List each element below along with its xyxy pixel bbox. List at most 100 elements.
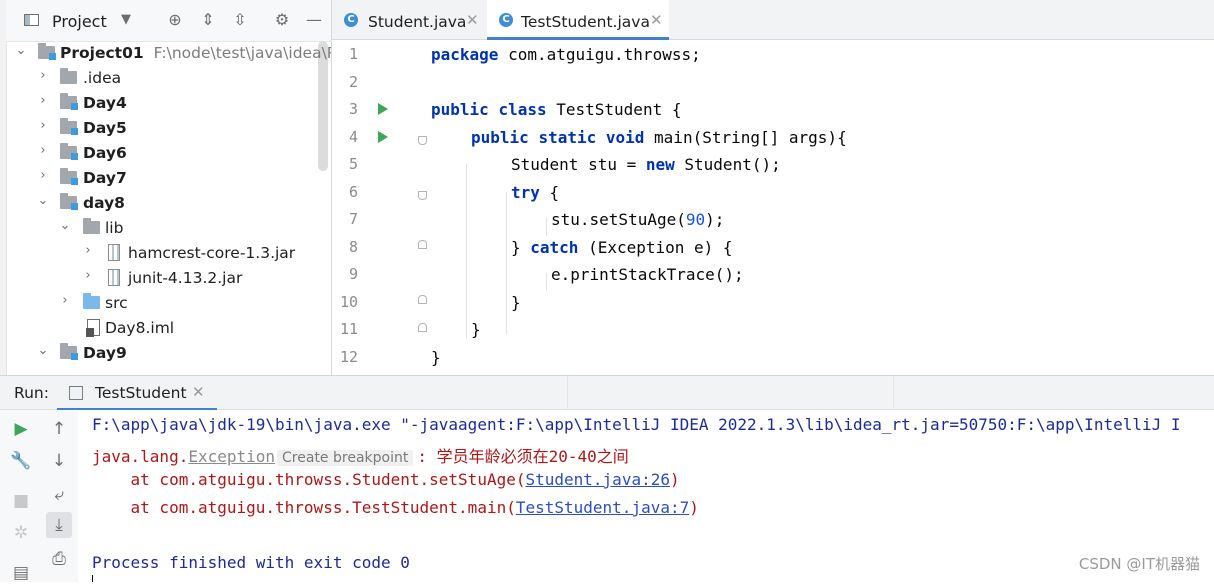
tree-item-idea[interactable]: › .idea — [6, 66, 331, 91]
source-folder-icon — [83, 293, 100, 309]
code-line-7: stu.setStuAge(90); — [551, 210, 725, 229]
code-line-10: } — [511, 293, 521, 312]
tree-item-day8-iml[interactable]: Day8.iml — [6, 316, 331, 341]
tree-item-label: Day5 — [83, 119, 127, 137]
run-config-icon — [69, 386, 83, 400]
project-title[interactable]: Project — [52, 12, 107, 31]
collapse-all-icon[interactable]: ⇳ — [228, 8, 252, 32]
fold-icon[interactable] — [418, 191, 427, 200]
module-folder-icon — [60, 168, 78, 185]
chevron-down-icon[interactable]: ⌄ — [36, 194, 50, 208]
code-line-1: package com.atguigu.throwss; — [431, 45, 701, 64]
tree-item-label: src — [105, 294, 128, 312]
chevron-right-icon[interactable]: › — [36, 119, 50, 133]
tree-item-project01[interactable]: ⌄ Project01 F:\node\test\java\idea\Pro — [6, 41, 331, 66]
chevron-down-icon[interactable]: ⌄ — [36, 344, 50, 358]
tree-item-hamcrest-jar[interactable]: › hamcrest-core-1.3.jar — [6, 241, 331, 266]
run-gutter-icon[interactable] — [378, 131, 388, 143]
tree-item-day6[interactable]: › Day6 — [6, 141, 331, 166]
project-header: Project ▼ ⊕ ⇕ ⇳ ⚙ — — [6, 0, 331, 42]
print-icon[interactable]: ⎙ — [46, 546, 72, 572]
minimize-icon[interactable]: — — [302, 8, 326, 32]
chevron-down-icon[interactable]: ⌄ — [14, 44, 28, 58]
editor-tab-bar: C Student.java ✕ C TestStudent.java ✕ — [332, 0, 1214, 40]
tree-item-junit-jar[interactable]: › junit-4.13.2.jar — [6, 266, 331, 291]
run-toolbar-secondary: ↑ ↓ ⤶ ⤓ ⎙ — [40, 410, 79, 582]
fold-icon[interactable] — [418, 295, 427, 304]
tab-student-java[interactable]: C Student.java ✕ — [332, 0, 485, 39]
project-panel: Project ▼ ⊕ ⇕ ⇳ ⚙ — ⌄ Project01 F:\node\t… — [0, 0, 331, 375]
tree-item-label: lib — [105, 219, 124, 237]
fold-icon[interactable] — [418, 240, 427, 249]
chevron-right-icon[interactable]: › — [36, 69, 50, 83]
chevron-right-icon[interactable]: › — [36, 169, 50, 183]
line-number: 10 — [339, 293, 358, 311]
tree-item-lib[interactable]: ⌄ lib — [6, 216, 331, 241]
scroll-to-end-icon[interactable]: ⤓ — [46, 512, 72, 538]
tab-teststudent-java[interactable]: C TestStudent.java ✕ — [487, 0, 669, 40]
layout-icon[interactable]: ▤ — [8, 560, 34, 586]
close-icon[interactable]: ✕ — [192, 383, 205, 401]
tree-item-label: Day4 — [83, 94, 127, 112]
stack-trace-link[interactable]: Student.java:26 — [525, 470, 670, 489]
wrench-icon[interactable]: 🔧 — [8, 448, 34, 474]
stack-trace-link[interactable]: TestStudent.java:7 — [516, 498, 689, 517]
arrow-down-icon[interactable]: ↓ — [46, 448, 72, 474]
fold-icon[interactable] — [418, 323, 427, 332]
line-number: 5 — [348, 155, 358, 173]
soft-wrap-icon[interactable]: ⤶ — [46, 482, 72, 508]
tree-item-day5[interactable]: › Day5 — [6, 116, 331, 141]
create-breakpoint-button[interactable]: Create breakpoint — [277, 450, 414, 466]
console-output[interactable]: F:\app\java\jdk-19\bin\java.exe "-javaag… — [78, 410, 1214, 582]
expand-all-icon[interactable]: ⇕ — [196, 8, 220, 32]
chevron-down-icon[interactable]: ⌄ — [58, 219, 72, 233]
code-line-8: } catch (Exception e) { — [511, 238, 733, 257]
close-icon[interactable]: ✕ — [650, 11, 663, 29]
tree-item-label: junit-4.13.2.jar — [128, 269, 243, 287]
settings-debug-icon[interactable]: ✲ — [8, 520, 34, 546]
code-line-12: } — [431, 348, 441, 367]
tree-item-day4[interactable]: › Day4 — [6, 91, 331, 116]
tree-item-label: day8 — [83, 194, 125, 212]
code-line-5: Student stu = new Student(); — [511, 155, 781, 174]
fold-icon[interactable] — [418, 136, 427, 145]
chevron-right-icon[interactable]: › — [36, 94, 50, 108]
line-number: 12 — [339, 348, 358, 366]
chevron-right-icon[interactable]: › — [36, 144, 50, 158]
rerun-icon[interactable]: ▶ — [8, 416, 34, 442]
run-tab-label: TestStudent — [95, 384, 187, 402]
run-gutter-icon[interactable] — [378, 103, 388, 115]
chevron-down-icon[interactable]: ▼ — [114, 8, 138, 32]
iml-file-icon — [86, 319, 100, 337]
tree-item-src[interactable]: › src — [6, 291, 331, 316]
tab-label: Student.java — [368, 13, 467, 31]
tree-item-day7[interactable]: › Day7 — [6, 166, 331, 191]
chevron-right-icon[interactable]: › — [81, 269, 95, 283]
code-line-6: try { — [511, 183, 560, 202]
exception-link[interactable]: Exception — [188, 447, 275, 466]
tree-item-day8[interactable]: ⌄ day8 — [6, 191, 331, 216]
tree-item-label: Day9 — [83, 344, 127, 362]
gear-icon[interactable]: ⚙ — [270, 8, 294, 32]
chevron-right-icon[interactable]: › — [58, 294, 72, 308]
tree-item-label: .idea — [83, 69, 122, 87]
tree-item-day9[interactable]: ⌄ Day9 — [6, 341, 331, 366]
line-number: 3 — [348, 100, 358, 118]
code-area[interactable]: package com.atguigu.throwss; public clas… — [431, 40, 1211, 375]
close-icon[interactable]: ✕ — [466, 11, 479, 29]
watermark: CSDN @IT机器猫 — [1078, 555, 1200, 573]
chevron-right-icon[interactable]: › — [81, 244, 95, 258]
jar-icon — [108, 244, 120, 261]
run-toolbar-primary: ▶ 🔧 ■ ✲ ▤ — [0, 410, 41, 583]
project-view-icon — [24, 14, 39, 26]
editor-gutter[interactable]: 1 2 3 4 5 6 7 8 9 10 11 12 — [332, 40, 427, 375]
module-folder-icon — [60, 143, 78, 160]
stop-icon[interactable]: ■ — [8, 488, 34, 514]
console-finish-line: Process finished with exit code 0 — [92, 553, 410, 572]
locate-icon[interactable]: ⊕ — [163, 8, 187, 32]
text-caret — [92, 575, 93, 582]
tree-item-label: Project01 — [60, 44, 144, 62]
tab-label: TestStudent.java — [521, 13, 650, 31]
arrow-up-icon[interactable]: ↑ — [46, 416, 72, 442]
tab-run-teststudent[interactable]: TestStudent ✕ — [57, 376, 217, 411]
